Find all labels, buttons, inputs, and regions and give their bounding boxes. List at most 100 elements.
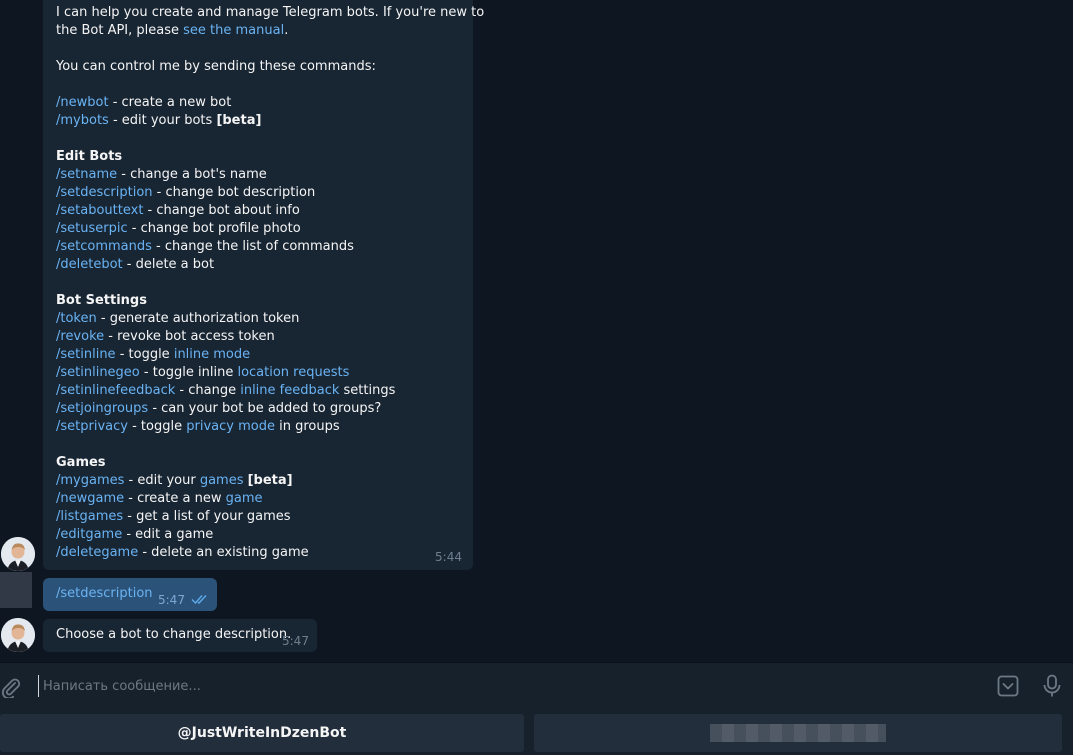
command-line: /setcommands - change the list of comman… <box>56 238 460 256</box>
section-heading: Bot Settings <box>56 293 147 308</box>
bot-keyboard: @JustWriteInDzenBot <box>0 710 1073 755</box>
beta-label: [beta] <box>216 113 262 128</box>
paperclip-icon[interactable] <box>0 675 22 699</box>
command-line: /mybots - edit your bots [beta] <box>56 112 460 130</box>
command-description: settings <box>339 383 396 398</box>
command-line: /setabouttext - change bot about info <box>56 202 460 220</box>
command-link-deletegame[interactable]: /deletegame <box>56 545 138 560</box>
avatar-image <box>1 537 35 571</box>
command-link-mygames[interactable]: /mygames <box>56 473 124 488</box>
message-text: the Bot API, please <box>56 23 184 38</box>
command-link-setdescription[interactable]: /setdescription <box>56 185 153 200</box>
command-description: - change bot description <box>152 185 316 200</box>
message-text: You can control me by sending these comm… <box>56 59 376 74</box>
message-input[interactable] <box>38 675 938 697</box>
command-line: /setinlinefeedback - change inline feedb… <box>56 382 460 400</box>
command-description: - edit a game <box>122 527 214 542</box>
inline-mode-link[interactable]: inline mode <box>174 347 250 362</box>
command-link-deletebot[interactable]: /deletebot <box>56 257 123 272</box>
location-requests-link[interactable]: location requests <box>237 365 349 380</box>
command-link-setinlinegeo[interactable]: /setinlinegeo <box>56 365 140 380</box>
game-link[interactable]: game <box>226 491 263 506</box>
keyboard-button-redacted[interactable] <box>534 714 1062 752</box>
command-line: /editgame - edit a game <box>56 526 460 544</box>
games-link[interactable]: games <box>200 473 244 488</box>
keyboard-toggle-icon[interactable] <box>996 674 1020 698</box>
message-text: Choose a bot to change description. <box>56 627 292 642</box>
inline-feedback-link[interactable]: inline feedback <box>240 383 339 398</box>
command-line: /deletegame - delete an existing game <box>56 544 460 562</box>
command-link-setabouttext[interactable]: /setabouttext <box>56 203 143 218</box>
command-description: - change the list of commands <box>151 239 354 254</box>
command-link-setname[interactable]: /setname <box>56 167 117 182</box>
chat-history: I can help you create and manage Telegra… <box>0 0 1073 662</box>
keyboard-button[interactable]: @JustWriteInDzenBot <box>0 714 524 752</box>
microphone-icon[interactable] <box>1040 673 1064 699</box>
command-description: - delete an existing game <box>138 545 309 560</box>
redacted-label <box>710 724 886 742</box>
command-line: /deletebot - delete a bot <box>56 256 460 274</box>
message-line: You can control me by sending these comm… <box>56 58 460 76</box>
command-line: /token - generate authorization token <box>56 310 460 328</box>
command-description: - edit your <box>124 473 200 488</box>
command-description: - change bot about info <box>143 203 300 218</box>
command-description: - delete a bot <box>122 257 215 272</box>
command-link-editgame[interactable]: /editgame <box>56 527 122 542</box>
command-link-setcommands[interactable]: /setcommands <box>56 239 152 254</box>
privacy-mode-link[interactable]: privacy mode <box>186 419 275 434</box>
message-time: 5:47 <box>282 634 309 648</box>
command-link-token[interactable]: /token <box>56 311 97 326</box>
bot-avatar[interactable] <box>1 537 35 571</box>
message-line: the Bot API, please see the manual. <box>56 22 460 40</box>
message-line: I can help you create and manage Telegra… <box>56 4 484 22</box>
command-line: /setname - change a bot's name <box>56 166 460 184</box>
command-link-listgames[interactable]: /listgames <box>56 509 123 524</box>
manual-link[interactable]: see the manual <box>183 23 284 38</box>
command-link-newbot[interactable]: /newbot <box>56 95 109 110</box>
command-line: /setuserpic - change bot profile photo <box>56 220 460 238</box>
bot-reply-message: Choose a bot to change description. 5:47 <box>43 619 317 652</box>
command-link-revoke[interactable]: /revoke <box>56 329 104 344</box>
command-line: /setprivacy - toggle privacy mode in gro… <box>56 418 460 436</box>
command-description: - create a new <box>124 491 226 506</box>
command-description: - create a new bot <box>108 95 232 110</box>
bot-help-message: I can help you create and manage Telegra… <box>43 0 484 570</box>
user-avatar <box>0 572 32 608</box>
command-line: /newgame - create a new game <box>56 490 460 508</box>
keyboard-button-label: @JustWriteInDzenBot <box>177 725 347 741</box>
bot-avatar[interactable] <box>1 618 35 652</box>
command-description: - revoke bot access token <box>104 329 275 344</box>
command-line: /revoke - revoke bot access token <box>56 328 460 346</box>
command-description: - change a bot's name <box>117 167 267 182</box>
command-description: in groups <box>274 419 340 434</box>
section-heading: Games <box>56 455 106 470</box>
command-description: - change <box>175 383 241 398</box>
message-composer <box>0 662 1073 710</box>
command-line: /setinlinegeo - toggle inline location r… <box>56 364 460 382</box>
command-line: /newbot - create a new bot <box>56 94 460 112</box>
command-description: - generate authorization token <box>96 311 300 326</box>
section-heading: Edit Bots <box>56 149 123 164</box>
message-text: I can help you create and manage Telegra… <box>56 5 485 20</box>
command-link-newgame[interactable]: /newgame <box>56 491 124 506</box>
avatar-image <box>1 618 35 652</box>
command-line: /mygames - edit your games [beta] <box>56 472 460 490</box>
command-link-setuserpic[interactable]: /setuserpic <box>56 221 128 236</box>
command-link-setinline[interactable]: /setinline <box>56 347 116 362</box>
command-description: - toggle inline <box>139 365 238 380</box>
message-text: . <box>284 23 289 38</box>
message-time: 5:47 <box>158 593 185 607</box>
command-link-setjoingroups[interactable]: /setjoingroups <box>56 401 148 416</box>
beta-label: [beta] <box>247 473 293 488</box>
command-link-setinlinefeedback[interactable]: /setinlinefeedback <box>56 383 175 398</box>
command-line: /listgames - get a list of your games <box>56 508 460 526</box>
command-link-setprivacy[interactable]: /setprivacy <box>56 419 128 434</box>
command-link-setdescription[interactable]: /setdescription <box>56 585 153 603</box>
command-description: - edit your bots <box>108 113 217 128</box>
command-description: - get a list of your games <box>123 509 291 524</box>
command-line: /setdescription - change bot description <box>56 184 460 202</box>
command-link-mybots[interactable]: /mybots <box>56 113 109 128</box>
